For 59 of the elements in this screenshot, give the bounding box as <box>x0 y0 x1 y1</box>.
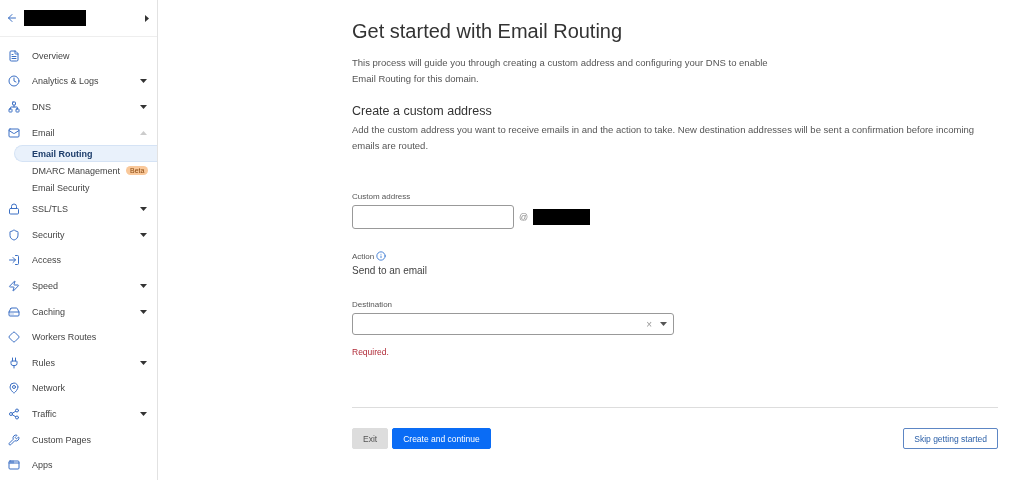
share-icon <box>8 407 20 420</box>
sidebar-item[interactable]: Security <box>0 221 157 248</box>
shield-icon <box>8 228 20 241</box>
plug-icon <box>8 356 20 369</box>
section-title: Create a custom address <box>352 104 493 118</box>
field-label: Action <box>352 251 375 261</box>
mail-icon <box>8 126 20 139</box>
drive-icon <box>8 305 20 318</box>
expand-caret-icon[interactable] <box>140 105 147 109</box>
expand-caret-icon[interactable] <box>140 232 147 237</box>
expand-caret-icon[interactable] <box>140 411 147 416</box>
error-text: Required. <box>352 347 390 357</box>
network-icon <box>8 101 20 113</box>
sidebar-item[interactable]: Network <box>0 375 157 402</box>
sidebar-item[interactable]: Speed <box>0 273 157 299</box>
expand-caret-icon[interactable] <box>140 360 147 365</box>
sidebar-item[interactable]: Analytics & Logs <box>0 68 157 95</box>
section-text: Add the custom address you want to receive emails in and the action to take. New destination addresses will be sent a confirmation before incoming emails are routed. <box>352 123 976 153</box>
redaction-block <box>533 209 591 225</box>
wrench-icon <box>8 433 20 446</box>
sidebar-item[interactable]: DNS <box>0 94 157 120</box>
expand-caret-icon[interactable] <box>140 79 147 84</box>
document-icon <box>8 49 20 62</box>
at-sign: @ <box>519 212 529 222</box>
create-button[interactable]: Create and continue <box>392 428 491 449</box>
field-label: Destination <box>352 300 393 309</box>
back-arrow-icon[interactable] <box>6 12 18 24</box>
exit-button[interactable]: Exit <box>352 428 389 449</box>
custom-address-field[interactable] <box>352 205 514 229</box>
sidebar-subitem[interactable]: Email Routing <box>14 145 157 163</box>
skip-button[interactable]: Skip getting started <box>903 428 998 449</box>
lightning-icon <box>8 279 20 292</box>
lock-icon <box>8 203 20 216</box>
expand-caret-icon[interactable] <box>140 283 147 288</box>
sidebar-item[interactable]: Access <box>0 247 157 274</box>
page-title: Get started with Email Routing <box>352 20 624 43</box>
intro-text: This process will guide you through creating a custom address and configuring your DNS to enable Email Routing for this domain. <box>352 56 769 86</box>
expand-caret-icon[interactable] <box>140 207 147 212</box>
clock-icon <box>8 75 20 88</box>
diamond-icon <box>8 331 20 344</box>
dropdown-caret-icon <box>660 322 667 326</box>
sidebar-subitem[interactable]: Email Security <box>14 179 157 197</box>
app-window-icon <box>8 459 20 472</box>
sidebar-item[interactable]: Apps <box>0 452 157 478</box>
sidebar-item[interactable]: Traffic <box>0 401 157 427</box>
redaction-block <box>24 10 86 26</box>
sidebar-item[interactable]: Rules <box>0 349 157 376</box>
action-value: Send to an email <box>352 265 429 276</box>
sidebar-item[interactable]: Caching <box>0 298 157 325</box>
field-label: Custom address <box>352 192 411 201</box>
sidebar-item[interactable]: Custom Pages <box>0 426 157 453</box>
sidebar-item[interactable]: SSL/TLS <box>0 196 157 222</box>
login-icon <box>8 254 20 267</box>
sidebar-item[interactable]: Overview <box>0 43 157 69</box>
expand-caret-icon[interactable] <box>140 309 147 314</box>
map-pin-icon <box>8 382 20 395</box>
caret-icon[interactable] <box>145 14 149 22</box>
sidebar-item[interactable]: Email <box>0 119 157 146</box>
sidebar-item[interactable]: Workers Routes <box>0 324 157 350</box>
